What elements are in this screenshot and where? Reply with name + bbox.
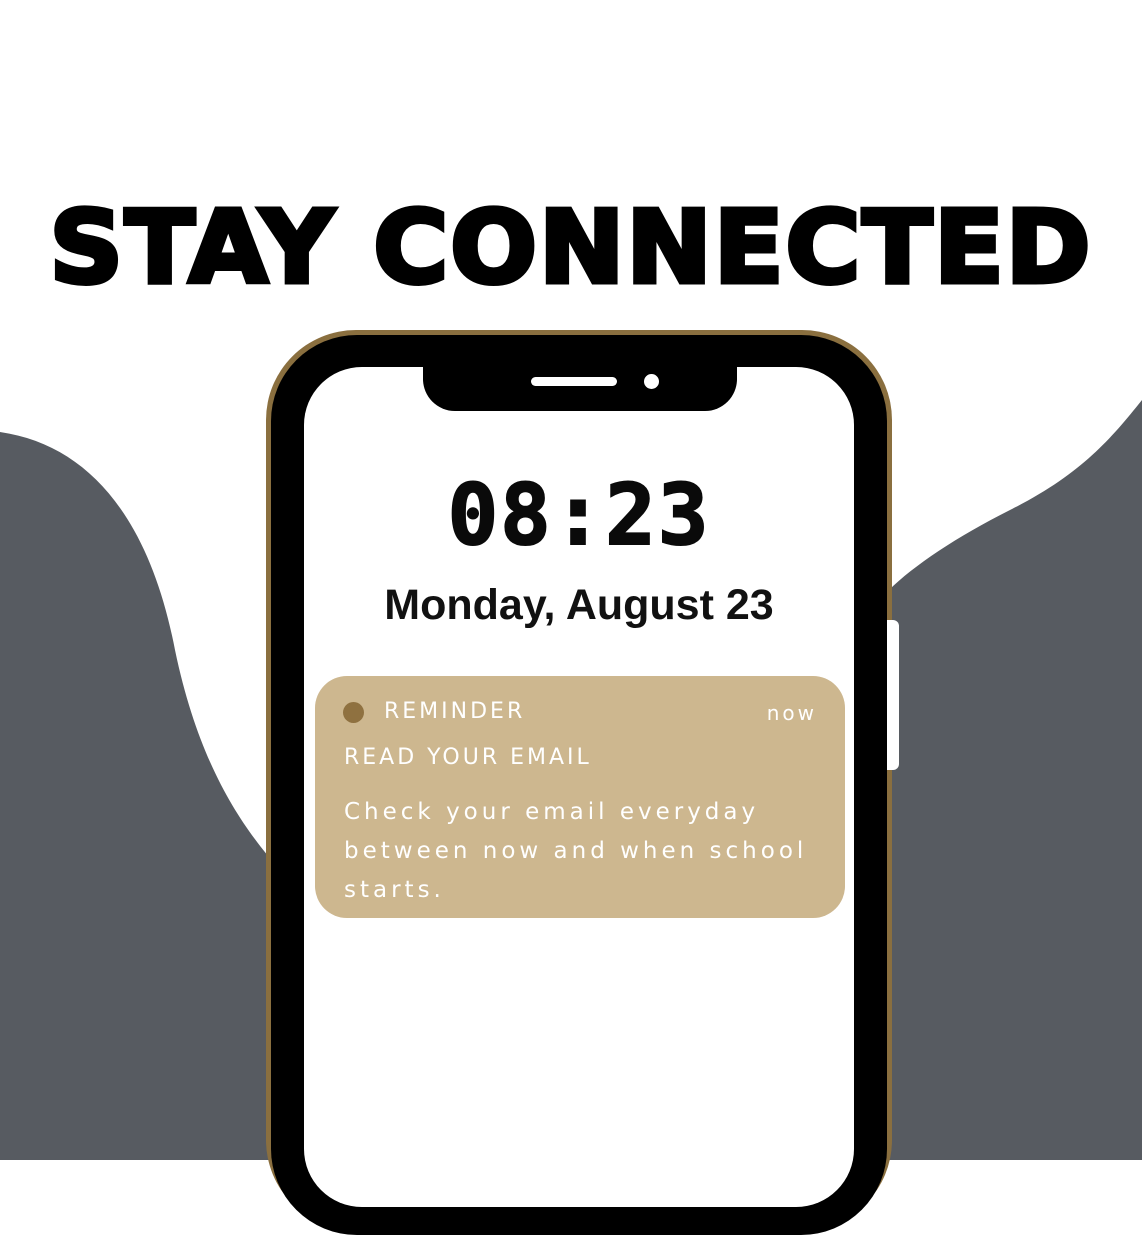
left-gray-blob <box>0 432 280 1160</box>
headline: STAY CONNECTED <box>47 187 1093 309</box>
lock-screen-time: 08:23 <box>447 465 711 565</box>
right-gray-blob <box>880 400 1142 1160</box>
reminder-notification[interactable]: REMINDER now READ YOUR EMAIL Check your … <box>315 676 845 918</box>
gold-dot-icon <box>343 702 364 723</box>
front-camera-icon <box>644 374 659 389</box>
notification-app-name: REMINDER <box>384 699 526 724</box>
speaker-icon <box>531 377 617 386</box>
notification-title: READ YOUR EMAIL <box>344 745 592 770</box>
lock-screen-date: Monday, August 23 <box>384 581 774 629</box>
phone-notch <box>423 367 737 411</box>
notification-body: Check your email everyday between now an… <box>344 799 808 903</box>
notification-timestamp: now <box>766 701 817 725</box>
phone-lock-screen: 08:23 Monday, August 23 REMINDER now REA… <box>304 367 854 1207</box>
phone-side-button <box>887 620 899 770</box>
